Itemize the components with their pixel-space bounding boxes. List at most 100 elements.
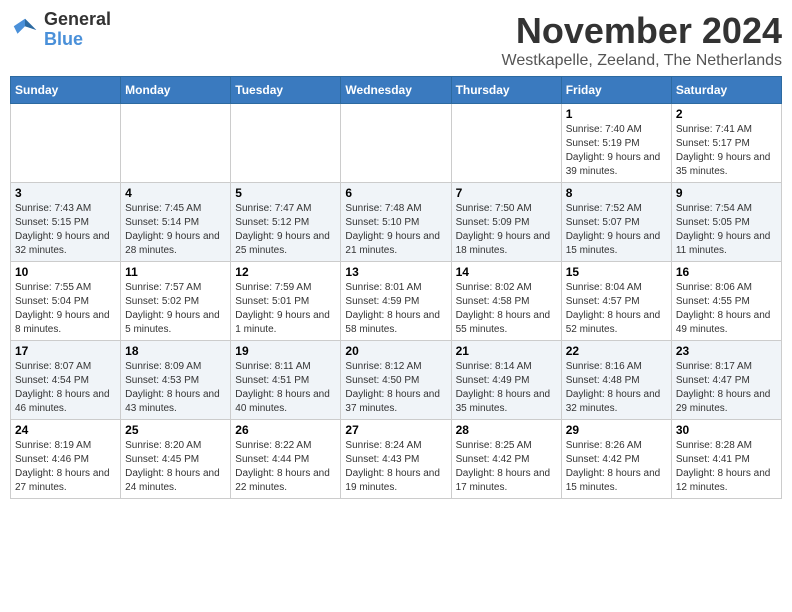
day-info: Sunrise: 8:28 AM Sunset: 4:41 PM Dayligh… — [676, 439, 777, 495]
day-info: Sunrise: 8:17 AM Sunset: 4:47 PM Dayligh… — [676, 360, 777, 416]
day-number: 7 — [456, 186, 557, 200]
day-number: 30 — [676, 423, 777, 437]
day-info: Sunrise: 8:25 AM Sunset: 4:42 PM Dayligh… — [456, 439, 557, 495]
page-header: General Blue November 2024 Westkapelle, … — [10, 10, 782, 70]
day-info: Sunrise: 8:11 AM Sunset: 4:51 PM Dayligh… — [235, 360, 336, 416]
header-friday: Friday — [561, 77, 671, 104]
calendar-cell: 3Sunrise: 7:43 AM Sunset: 5:15 PM Daylig… — [11, 183, 121, 262]
calendar-body: 1Sunrise: 7:40 AM Sunset: 5:19 PM Daylig… — [11, 104, 782, 499]
day-number: 16 — [676, 265, 777, 279]
week-row-4: 24 Sunrise: 8:19 AM Sunset: 4:46 PM Dayli… — [11, 420, 782, 499]
calendar-cell: 22 Sunrise: 8:16 AM Sunset: 4:48 PM Dayli… — [561, 341, 671, 420]
day-number: 18 — [125, 344, 226, 358]
day-number: 26 — [235, 423, 336, 437]
calendar-cell: 10 Sunrise: 7:55 AM Sunset: 5:04 PM Dayli… — [11, 262, 121, 341]
day-info: Sunrise: 7:54 AM Sunset: 5:05 PM Dayligh… — [676, 202, 777, 258]
day-number: 6 — [345, 186, 446, 200]
title-section: November 2024 Westkapelle, Zeeland, The … — [502, 10, 782, 70]
day-number: 24 — [15, 423, 116, 437]
day-number: 12 — [235, 265, 336, 279]
calendar-cell — [11, 104, 121, 183]
calendar-cell: 30 Sunrise: 8:28 AM Sunset: 4:41 PM Dayli… — [671, 420, 781, 499]
day-info: Sunrise: 8:16 AM Sunset: 4:48 PM Dayligh… — [566, 360, 667, 416]
calendar-cell: 20Sunrise: 8:12 AM Sunset: 4:50 PM Dayli… — [341, 341, 451, 420]
month-title: November 2024 — [502, 10, 782, 52]
day-info: Sunrise: 8:26 AM Sunset: 4:42 PM Dayligh… — [566, 439, 667, 495]
calendar-cell: 9 Sunrise: 7:54 AM Sunset: 5:05 PM Daylig… — [671, 183, 781, 262]
header-row: SundayMondayTuesdayWednesdayThursdayFrid… — [11, 77, 782, 104]
day-number: 23 — [676, 344, 777, 358]
day-number: 15 — [566, 265, 667, 279]
day-number: 27 — [345, 423, 446, 437]
day-number: 28 — [456, 423, 557, 437]
day-info: Sunrise: 7:45 AM Sunset: 5:14 PM Dayligh… — [125, 202, 226, 258]
day-number: 13 — [345, 265, 446, 279]
calendar-header: SundayMondayTuesdayWednesdayThursdayFrid… — [11, 77, 782, 104]
day-info: Sunrise: 8:12 AM Sunset: 4:50 PM Dayligh… — [345, 360, 446, 416]
day-number: 11 — [125, 265, 226, 279]
calendar-cell: 12 Sunrise: 7:59 AM Sunset: 5:01 PM Dayli… — [231, 262, 341, 341]
calendar-cell: 19 Sunrise: 8:11 AM Sunset: 4:51 PM Dayli… — [231, 341, 341, 420]
day-number: 3 — [15, 186, 116, 200]
day-number: 25 — [125, 423, 226, 437]
header-tuesday: Tuesday — [231, 77, 341, 104]
calendar-cell: 8 Sunrise: 7:52 AM Sunset: 5:07 PM Daylig… — [561, 183, 671, 262]
day-number: 8 — [566, 186, 667, 200]
header-saturday: Saturday — [671, 77, 781, 104]
header-wednesday: Wednesday — [341, 77, 451, 104]
calendar-cell: 13Sunrise: 8:01 AM Sunset: 4:59 PM Dayli… — [341, 262, 451, 341]
day-number: 22 — [566, 344, 667, 358]
calendar-cell: 26Sunrise: 8:22 AM Sunset: 4:44 PM Dayli… — [231, 420, 341, 499]
day-info: Sunrise: 8:06 AM Sunset: 4:55 PM Dayligh… — [676, 281, 777, 337]
day-info: Sunrise: 8:19 AM Sunset: 4:46 PM Dayligh… — [15, 439, 116, 495]
calendar-cell: 16 Sunrise: 8:06 AM Sunset: 4:55 PM Dayli… — [671, 262, 781, 341]
calendar-cell: 11 Sunrise: 7:57 AM Sunset: 5:02 PM Dayli… — [121, 262, 231, 341]
calendar-cell: 18 Sunrise: 8:09 AM Sunset: 4:53 PM Dayli… — [121, 341, 231, 420]
calendar-cell: 1Sunrise: 7:40 AM Sunset: 5:19 PM Daylig… — [561, 104, 671, 183]
calendar-cell — [341, 104, 451, 183]
calendar-cell: 15 Sunrise: 8:04 AM Sunset: 4:57 PM Dayli… — [561, 262, 671, 341]
week-row-0: 1Sunrise: 7:40 AM Sunset: 5:19 PM Daylig… — [11, 104, 782, 183]
week-row-1: 3Sunrise: 7:43 AM Sunset: 5:15 PM Daylig… — [11, 183, 782, 262]
week-row-3: 17 Sunrise: 8:07 AM Sunset: 4:54 PM Dayli… — [11, 341, 782, 420]
day-info: Sunrise: 7:52 AM Sunset: 5:07 PM Dayligh… — [566, 202, 667, 258]
day-info: Sunrise: 8:02 AM Sunset: 4:58 PM Dayligh… — [456, 281, 557, 337]
day-info: Sunrise: 8:07 AM Sunset: 4:54 PM Dayligh… — [15, 360, 116, 416]
calendar-cell — [121, 104, 231, 183]
calendar-table: SundayMondayTuesdayWednesdayThursdayFrid… — [10, 76, 782, 499]
day-info: Sunrise: 7:41 AM Sunset: 5:17 PM Dayligh… — [676, 123, 777, 179]
day-info: Sunrise: 8:20 AM Sunset: 4:45 PM Dayligh… — [125, 439, 226, 495]
logo: General Blue — [10, 10, 111, 50]
logo-text: General Blue — [44, 10, 111, 50]
day-number: 21 — [456, 344, 557, 358]
location-subtitle: Westkapelle, Zeeland, The Netherlands — [502, 52, 782, 70]
calendar-cell: 14 Sunrise: 8:02 AM Sunset: 4:58 PM Dayli… — [451, 262, 561, 341]
day-info: Sunrise: 8:04 AM Sunset: 4:57 PM Dayligh… — [566, 281, 667, 337]
day-number: 17 — [15, 344, 116, 358]
day-number: 9 — [676, 186, 777, 200]
day-info: Sunrise: 7:57 AM Sunset: 5:02 PM Dayligh… — [125, 281, 226, 337]
day-number: 2 — [676, 107, 777, 121]
day-number: 5 — [235, 186, 336, 200]
day-info: Sunrise: 8:09 AM Sunset: 4:53 PM Dayligh… — [125, 360, 226, 416]
calendar-cell — [231, 104, 341, 183]
calendar-cell: 29 Sunrise: 8:26 AM Sunset: 4:42 PM Dayli… — [561, 420, 671, 499]
calendar-cell: 5 Sunrise: 7:47 AM Sunset: 5:12 PM Daylig… — [231, 183, 341, 262]
header-monday: Monday — [121, 77, 231, 104]
day-info: Sunrise: 7:50 AM Sunset: 5:09 PM Dayligh… — [456, 202, 557, 258]
day-info: Sunrise: 7:55 AM Sunset: 5:04 PM Dayligh… — [15, 281, 116, 337]
day-info: Sunrise: 7:59 AM Sunset: 5:01 PM Dayligh… — [235, 281, 336, 337]
calendar-cell: 25 Sunrise: 8:20 AM Sunset: 4:45 PM Dayli… — [121, 420, 231, 499]
day-number: 14 — [456, 265, 557, 279]
day-number: 29 — [566, 423, 667, 437]
day-info: Sunrise: 7:47 AM Sunset: 5:12 PM Dayligh… — [235, 202, 336, 258]
day-number: 4 — [125, 186, 226, 200]
calendar-cell: 21 Sunrise: 8:14 AM Sunset: 4:49 PM Dayli… — [451, 341, 561, 420]
calendar-cell: 6Sunrise: 7:48 AM Sunset: 5:10 PM Daylig… — [341, 183, 451, 262]
calendar-cell: 2 Sunrise: 7:41 AM Sunset: 5:17 PM Daylig… — [671, 104, 781, 183]
day-number: 10 — [15, 265, 116, 279]
day-number: 19 — [235, 344, 336, 358]
logo-icon — [10, 15, 40, 45]
day-info: Sunrise: 8:24 AM Sunset: 4:43 PM Dayligh… — [345, 439, 446, 495]
day-info: Sunrise: 8:14 AM Sunset: 4:49 PM Dayligh… — [456, 360, 557, 416]
